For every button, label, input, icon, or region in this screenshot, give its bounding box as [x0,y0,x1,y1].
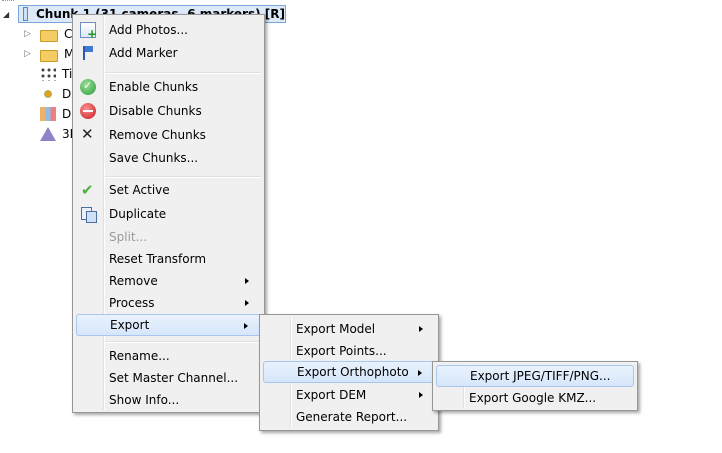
menu-item-process[interactable]: Process [76,292,261,314]
add-marker-icon [80,45,96,61]
menu-item-add-marker[interactable]: Add Marker [76,42,261,64]
add-photos-icon [80,22,97,41]
menu-item-duplicate[interactable]: Duplicate [76,203,261,225]
menu-item-remove-chunks[interactable]: Remove Chunks [76,124,261,146]
folder-icon [40,29,58,42]
disable-icon [80,103,96,119]
tree-item-label: D [62,87,72,101]
remove-icon [80,125,96,143]
chunk-icon [23,7,28,21]
tree-item-3d-model[interactable]: 3D [24,124,79,144]
menu-separator [105,72,261,74]
tree-connector [2,0,14,4]
submenu-arrow-icon [419,392,423,398]
menu-item-add-photos[interactable]: Add Photos... [76,19,261,41]
dem-icon [40,107,56,121]
submenu-arrow-icon [244,323,248,329]
tree-item-tie-points[interactable]: Ti [24,64,72,84]
menu-item-enable-chunks[interactable]: Enable Chunks [76,76,261,98]
collapse-arrow-icon[interactable]: ◢ [3,10,9,19]
menu-item-rename[interactable]: Rename... [76,345,261,367]
tree-item-markers[interactable]: ▷ M [24,44,74,64]
menu-item-export-points[interactable]: Export Points... [263,340,435,362]
export-submenu: Export Model Export Points... Export Ort… [259,314,439,431]
submenu-arrow-icon [419,326,423,332]
menu-item-export[interactable]: Export [76,314,261,336]
menu-item-generate-report[interactable]: Generate Report... [263,406,435,428]
menu-item-remove[interactable]: Remove [76,270,261,292]
menu-item-disable-chunks[interactable]: Disable Chunks [76,100,261,122]
menu-item-reset-transform[interactable]: Reset Transform [76,248,261,270]
tree-item-dense-cloud[interactable]: D [24,84,71,104]
tree-item-dem[interactable]: D [24,104,71,124]
menu-item-export-model[interactable]: Export Model [263,318,435,340]
menu-item-split: Split... [109,230,148,244]
menu-item-save-chunks[interactable]: Save Chunks... [76,147,261,169]
enable-icon [80,79,96,95]
orthophoto-submenu: Export JPEG/TIFF/PNG... Export Google KM… [432,361,638,411]
menu-separator [105,176,261,178]
submenu-arrow-icon [418,370,422,376]
menu-item-export-google-kmz[interactable]: Export Google KMZ... [436,387,634,409]
submenu-arrow-icon [245,278,249,284]
folder-icon [40,49,58,62]
expand-arrow-icon[interactable]: ▷ [24,49,34,59]
duplicate-icon [80,206,97,223]
menu-item-set-active[interactable]: Set Active [76,179,261,201]
tie-points-icon [40,67,56,81]
menu-item-show-info[interactable]: Show Info... [76,389,261,411]
menu-item-export-jpeg-tiff-png[interactable]: Export JPEG/TIFF/PNG... [436,365,634,387]
submenu-arrow-icon [245,300,249,306]
tree-item-label: D [62,107,72,121]
model-3d-icon [40,127,56,141]
check-icon [80,181,96,199]
chunk-context-menu: Add Photos... Add Marker Enable Chunks D… [72,14,265,413]
menu-item-set-master-channel[interactable]: Set Master Channel... [76,367,261,389]
menu-separator [105,341,261,343]
tree-item-label: Ti [62,67,73,81]
dense-cloud-icon [40,87,56,101]
expand-arrow-icon[interactable]: ▷ [24,29,34,39]
menu-item-export-dem[interactable]: Export DEM [263,384,435,406]
menu-item-export-orthophoto[interactable]: Export Orthophoto [263,361,435,383]
